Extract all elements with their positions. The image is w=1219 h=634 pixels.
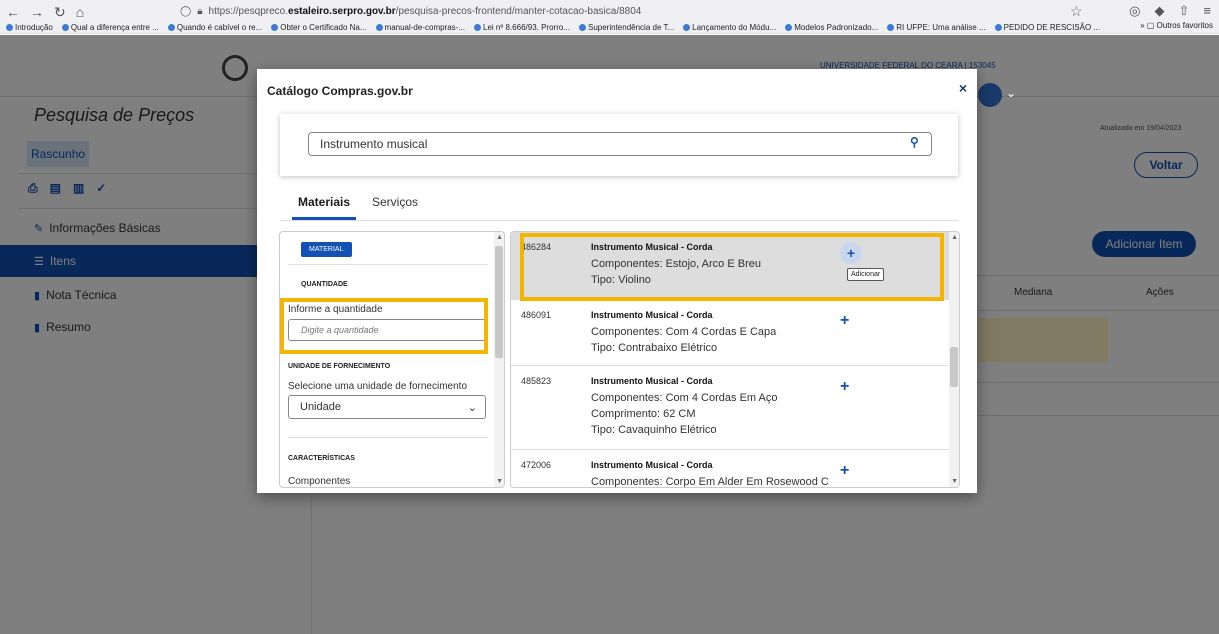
results-scrollbar[interactable]: ▲ ▼ (949, 232, 959, 487)
item-detail: Componentes: Corpo Em Alder Em Rosewood … (591, 476, 829, 488)
bookmark-item[interactable]: manual-de-compras-... (375, 21, 465, 34)
bookmark-item[interactable]: Quando é cabível o re... (167, 21, 262, 34)
search-input[interactable]: Instrumento musical (308, 132, 932, 156)
item-code: 485823 (521, 376, 552, 386)
bookmark-item[interactable]: Lançamento do Módu... (683, 21, 776, 34)
scroll-down-icon[interactable]: ▼ (951, 478, 958, 485)
chevron-down-icon: ⌄ (467, 401, 477, 414)
search-card: Instrumento musical ⚲ (280, 114, 958, 176)
item-code: 472006 (521, 460, 552, 470)
item-detail: Componentes: Com 4 Cordas E Capa (591, 326, 777, 338)
bookmark-item[interactable]: Obter o Certificado Na... (271, 21, 367, 34)
scroll-thumb[interactable] (950, 347, 958, 387)
unit-select[interactable]: Unidade ⌄ (288, 395, 486, 419)
item-title: Instrumento Musical - Corda (591, 376, 713, 386)
item-code: 486091 (521, 310, 552, 320)
bookmark-item[interactable]: PEDIDO DE RESCISÃO ... (994, 21, 1100, 34)
bookmark-item[interactable]: Qual a diferença entre ... (61, 21, 159, 34)
highlight-box (520, 233, 944, 301)
scroll-up-icon[interactable]: ▲ (496, 234, 503, 241)
bookmark-item[interactable]: Lei nº 8.666/93. Prorro... (474, 21, 570, 34)
pocket-icon[interactable]: ◎ (1129, 3, 1140, 19)
quantity-heading: QUANTIDADE (301, 281, 348, 288)
avatar[interactable] (978, 83, 1002, 107)
lock-icon: 🔒︎ (197, 6, 203, 17)
browser-right-icons: ◎ ◆ ⇧ ≡ (1129, 3, 1211, 19)
item-title: Instrumento Musical - Corda (591, 460, 713, 470)
url-text: https://pesqpreco.estaleiro.serpro.gov.b… (208, 6, 642, 17)
reload-icon[interactable]: ↻ (54, 4, 66, 21)
tab-bar: Materiais Serviços (280, 185, 958, 221)
modal-title: Catálogo Compras.gov.br (267, 84, 413, 98)
filters-scrollbar[interactable]: ▲ ▼ (494, 232, 504, 487)
bookmark-item[interactable]: Introdução (6, 21, 53, 34)
add-item-icon[interactable]: + (840, 462, 849, 480)
close-icon[interactable]: × (959, 80, 967, 96)
item-title: Instrumento Musical - Corda (591, 310, 713, 320)
other-bookmarks[interactable]: » ▢ Outros favoritos (1140, 21, 1213, 30)
add-item-icon[interactable]: + (840, 312, 849, 330)
tab-materiais[interactable]: Materiais (298, 195, 350, 209)
characteristics-heading: CARACTERÍSTICAS (288, 455, 355, 462)
forward-arrow-icon[interactable]: → (30, 4, 44, 21)
extension-icon[interactable]: ◆ (1155, 3, 1165, 19)
material-badge[interactable]: MATERIAL (301, 242, 352, 257)
share-icon[interactable]: ⇧ (1179, 3, 1190, 19)
result-row[interactable]: 485823 Instrumento Musical - Corda Compo… (511, 366, 949, 450)
scroll-up-icon[interactable]: ▲ (951, 234, 958, 241)
active-tab-indicator (292, 217, 356, 220)
add-item-icon[interactable]: + (840, 378, 849, 396)
chevron-down-icon[interactable]: ⌄ (1006, 86, 1016, 100)
search-icon[interactable]: ⚲ (910, 135, 919, 149)
back-arrow-icon[interactable]: ← (6, 4, 20, 21)
divider (288, 264, 488, 265)
unit-label: Selecione uma unidade de fornecimento (288, 381, 468, 392)
item-detail: Tipo: Contrabaixo Elétrico (591, 342, 718, 354)
highlight-box (280, 298, 488, 354)
browser-toolbar: ← → ↻ ⌂ ◯ 🔒︎ https://pesqpreco.estaleiro… (0, 0, 1219, 34)
bookmarks-bar: Introdução Qual a diferença entre ... Qu… (0, 21, 1219, 34)
home-icon[interactable]: ⌂ (76, 4, 84, 21)
filters-panel: MATERIAL QUANTIDADE Informe a quantidade… (279, 231, 505, 488)
item-detail: Componentes: Com 4 Cordas Em Aço (591, 392, 778, 404)
address-bar[interactable]: ◯ 🔒︎ https://pesqpreco.estaleiro.serpro.… (180, 3, 1040, 20)
bookmark-item[interactable]: Modelos Padronizado... (785, 21, 878, 34)
item-detail: Tipo: Cavaquinho Elétrico (591, 424, 717, 436)
menu-icon[interactable]: ≡ (1203, 3, 1211, 19)
scroll-down-icon[interactable]: ▼ (496, 478, 503, 485)
shield-icon: ◯ (180, 6, 192, 17)
divider (288, 437, 488, 438)
result-row[interactable]: 472006 Instrumento Musical - Corda Compo… (511, 450, 949, 488)
scroll-thumb[interactable] (495, 246, 503, 358)
browser-nav: ← → ↻ ⌂ (6, 4, 84, 21)
tab-servicos[interactable]: Serviços (372, 195, 418, 209)
item-detail: Comprimento: 62 CM (591, 408, 696, 420)
components-label: Componentes (288, 476, 351, 487)
result-row[interactable]: 486091 Instrumento Musical - Corda Compo… (511, 300, 949, 366)
unit-heading: UNIDADE DE FORNECIMENTO (288, 363, 391, 370)
bookmark-item[interactable]: Superintendência de T... (579, 21, 674, 34)
bookmark-item[interactable]: RI UFPE: Uma análise ... (887, 21, 986, 34)
bookmark-star-icon[interactable]: ☆ (1070, 3, 1083, 20)
